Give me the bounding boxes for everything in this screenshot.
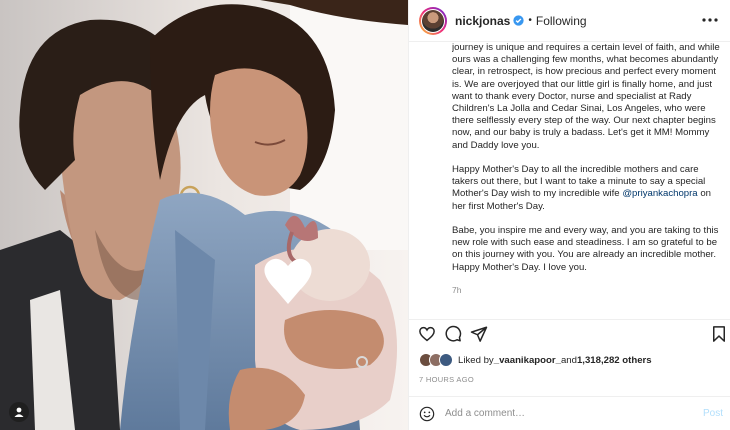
liker-username-link[interactable]: _vaanikapoor_ (494, 355, 561, 366)
separator-dot: • (528, 15, 532, 26)
post-actions (409, 319, 730, 347)
share-icon[interactable] (470, 325, 488, 343)
post-comment-button[interactable]: Post (703, 408, 723, 419)
mention-link[interactable]: @priyankachopra (622, 188, 697, 199)
post-photo-illustration (0, 0, 408, 430)
following-button[interactable]: Following (536, 14, 587, 28)
caption-paragraph: Babe, you inspire me and every way, and … (452, 225, 719, 273)
user-tags-icon[interactable] (9, 402, 29, 422)
liker-avatars[interactable] (419, 353, 453, 367)
comment-input[interactable] (445, 408, 685, 419)
likes-prefix: Liked by (458, 354, 494, 366)
caption-paragraph: journey is unique and requires a certain… (452, 42, 720, 151)
caption-paragraph: Happy Mother's Day to all the incredible… (452, 164, 711, 212)
likes-middle: and (560, 354, 577, 366)
post-header: nickjonas • Following (409, 0, 730, 42)
avatar[interactable] (419, 6, 447, 35)
heart-icon[interactable] (418, 325, 436, 343)
bookmark-icon[interactable] (710, 325, 728, 343)
emoji-icon[interactable] (419, 406, 435, 422)
post-caption: journey is unique and requires a certain… (452, 42, 724, 319)
comment-bar: Post (409, 396, 730, 430)
likes-count-link[interactable]: 1,318,282 others (577, 355, 652, 366)
username-link[interactable]: nickjonas (455, 14, 510, 28)
comment-icon[interactable] (444, 325, 462, 343)
caption-timestamp[interactable]: 7h (452, 284, 724, 296)
post-timestamp[interactable]: 7 HOURS AGO (419, 375, 474, 384)
likes-summary: Liked by _vaanikapoor_ and 1,318,282 oth… (419, 351, 652, 369)
more-options-icon[interactable] (701, 13, 719, 27)
verified-badge-icon (513, 15, 524, 26)
post-photo[interactable] (0, 0, 408, 430)
post-side-panel: nickjonas • Following journey is unique … (408, 0, 730, 430)
